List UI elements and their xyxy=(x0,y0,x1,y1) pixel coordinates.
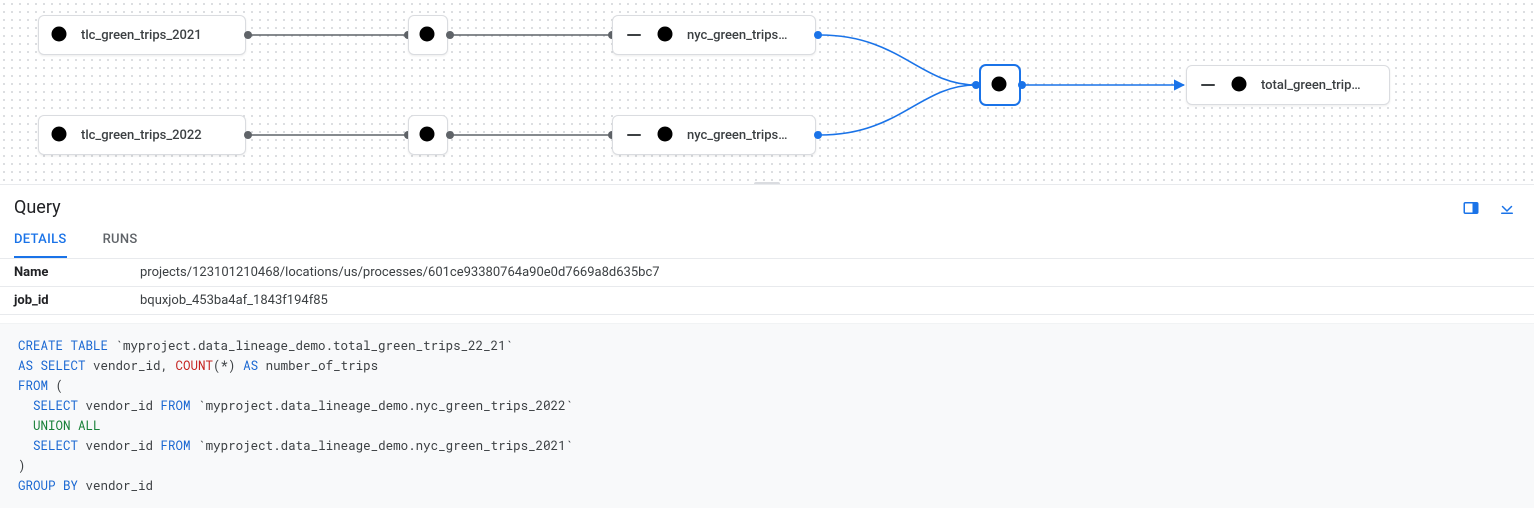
panel-resize-handle[interactable] xyxy=(754,182,780,185)
lineage-graph[interactable]: tlc_green_trips_2021 nyc_green_trips… tl… xyxy=(0,0,1534,185)
table-icon xyxy=(1229,74,1251,96)
port-out xyxy=(244,131,252,139)
process-node[interactable] xyxy=(408,115,448,155)
collapse-icon xyxy=(623,24,645,46)
tab-details[interactable]: DETAILS xyxy=(14,222,67,258)
table-icon xyxy=(49,124,71,146)
side-panel-icon[interactable] xyxy=(1462,199,1480,217)
node-tlc-green-trips-2021[interactable]: tlc_green_trips_2021 xyxy=(38,15,246,55)
process-icon xyxy=(989,74,1011,96)
collapse-icon xyxy=(1197,74,1219,96)
port-out xyxy=(1018,81,1026,89)
process-icon xyxy=(417,124,439,146)
node-tlc-green-trips-2022[interactable]: tlc_green_trips_2022 xyxy=(38,115,246,155)
process-node-selected[interactable] xyxy=(980,65,1020,105)
node-nyc-green-trips-2[interactable]: nyc_green_trips… xyxy=(612,115,816,155)
detail-row-name: Name projects/123101210468/locations/us/… xyxy=(0,259,1534,287)
table-icon xyxy=(655,124,677,146)
node-total-green-trips[interactable]: total_green_trip… xyxy=(1186,65,1390,105)
tab-runs[interactable]: RUNS xyxy=(103,222,138,258)
node-label: tlc_green_trips_2021 xyxy=(81,28,202,43)
panel-actions xyxy=(1462,199,1516,217)
port-out xyxy=(446,31,454,39)
port-out xyxy=(814,31,822,39)
node-label: tlc_green_trips_2022 xyxy=(81,128,202,143)
collapse-panel-icon[interactable] xyxy=(1498,199,1516,217)
detail-key: Name xyxy=(0,259,140,286)
node-label: total_green_trip… xyxy=(1261,78,1361,93)
sql-preview: CREATE TABLE `myproject.data_lineage_dem… xyxy=(0,323,1534,508)
query-tabs: DETAILS RUNS xyxy=(0,222,1534,259)
port-out xyxy=(446,131,454,139)
table-icon xyxy=(655,24,677,46)
node-nyc-green-trips-1[interactable]: nyc_green_trips… xyxy=(612,15,816,55)
detail-row-jobid: job_id bquxjob_453ba4af_1843f194f85 xyxy=(0,287,1534,315)
port-in xyxy=(972,81,980,89)
detail-key: job_id xyxy=(0,287,140,314)
collapse-icon xyxy=(623,124,645,146)
detail-value: bquxjob_453ba4af_1843f194f85 xyxy=(140,287,328,314)
node-label: nyc_green_trips… xyxy=(687,128,787,143)
port-out xyxy=(814,131,822,139)
process-icon xyxy=(417,24,439,46)
process-node[interactable] xyxy=(408,15,448,55)
port-out xyxy=(244,31,252,39)
node-label: nyc_green_trips… xyxy=(687,28,787,43)
panel-title: Query xyxy=(14,197,61,218)
table-icon xyxy=(49,24,71,46)
detail-value: projects/123101210468/locations/us/proce… xyxy=(140,259,660,286)
